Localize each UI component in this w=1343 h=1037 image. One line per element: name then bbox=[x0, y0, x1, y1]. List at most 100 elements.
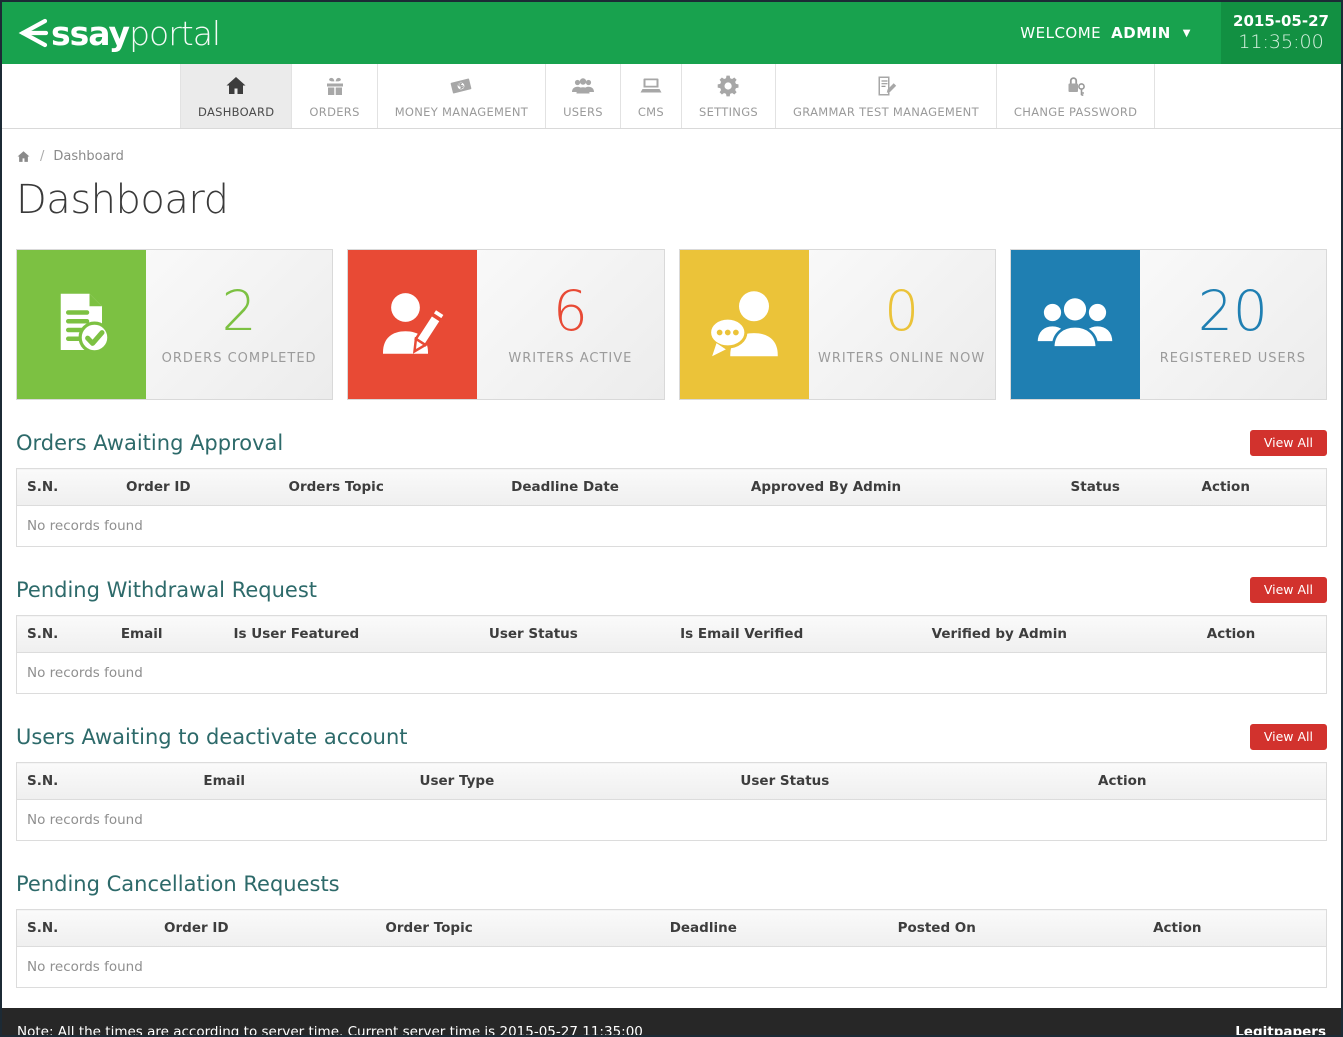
gift-icon bbox=[323, 74, 347, 98]
no-records-message: No records found bbox=[17, 947, 1327, 988]
footer-server-time: 11:35:00 bbox=[582, 1024, 643, 1037]
stat-card-writers-active: 6WRITERS ACTIVE bbox=[347, 249, 664, 400]
column-header-is-email-verified: Is Email Verified bbox=[670, 616, 922, 653]
stat-card-body: 0WRITERS ONLINE NOW bbox=[809, 250, 995, 399]
column-header-action: Action bbox=[1192, 469, 1327, 506]
grammar-doc-pencil-icon bbox=[874, 74, 898, 98]
column-header-status: Status bbox=[1061, 469, 1192, 506]
section-header: Pending Cancellation Requests bbox=[16, 870, 1327, 897]
stat-card-body: 6WRITERS ACTIVE bbox=[477, 250, 663, 399]
stat-label: REGISTERED USERS bbox=[1160, 351, 1306, 366]
stat-card-registered-users: 20 REGISTERED USERS bbox=[1010, 249, 1327, 400]
stat-value: 20 bbox=[1198, 284, 1268, 339]
document-check-icon bbox=[17, 250, 146, 399]
column-header-order-id: Order ID bbox=[154, 910, 375, 947]
chat-bubble-user-icon bbox=[680, 250, 809, 399]
nav-item-orders[interactable]: ORDERS bbox=[292, 64, 377, 128]
main-nav: DASHBOARD ORDERS MONEY MANAGEMENT USERS CMS S… bbox=[2, 64, 1341, 129]
column-header-deadline-date: Deadline Date bbox=[501, 469, 741, 506]
section-users-awaiting-deactivate-account: Users Awaiting to deactivate account View… bbox=[16, 723, 1327, 841]
section-title: Orders Awaiting Approval bbox=[16, 431, 283, 455]
column-header-is-user-featured: Is User Featured bbox=[223, 616, 478, 653]
nav-item-users[interactable]: USERS bbox=[546, 64, 621, 128]
nav-item-label: CMS bbox=[638, 105, 664, 119]
nav-item-settings[interactable]: SETTINGS bbox=[682, 64, 776, 128]
column-header-order-topic: Order Topic bbox=[375, 910, 659, 947]
server-time: 11:35:00 bbox=[1238, 31, 1323, 55]
nav-item-dashboard[interactable]: DASHBOARD bbox=[180, 64, 292, 128]
users-awaiting-deactivate-account-table: S.N.EmailUser TypeUser StatusActionNo re… bbox=[16, 762, 1327, 841]
cms-laptop-icon bbox=[639, 74, 663, 98]
nav-item-change-password[interactable]: CHANGE PASSWORD bbox=[997, 64, 1155, 128]
column-header-action: Action bbox=[1088, 763, 1326, 800]
section-orders-awaiting-approval: Orders Awaiting ApprovalView AllS.N.Orde… bbox=[16, 429, 1327, 547]
section-header: Pending Withdrawal Request View All bbox=[16, 576, 1327, 603]
logo[interactable]: ssayportal bbox=[2, 2, 990, 64]
stat-label: ORDERS COMPLETED bbox=[162, 351, 317, 366]
nav-item-label: MONEY MANAGEMENT bbox=[395, 105, 528, 119]
view-all-button-users-awaiting-deactivate-account[interactable]: View All bbox=[1250, 724, 1327, 750]
section-title: Users Awaiting to deactivate account bbox=[16, 725, 408, 749]
stat-cards: 2 ORDERS COMPLETED 6WRITERS ACTIVE 0WRITERS… bbox=[16, 249, 1327, 400]
nav-item-cms[interactable]: CMS bbox=[621, 64, 682, 128]
view-all-button-orders-awaiting-approval[interactable]: View All bbox=[1250, 430, 1327, 456]
nav-item-label: SETTINGS bbox=[699, 105, 758, 119]
nav-item-grammar-test-management[interactable]: GRAMMAR TEST MANAGEMENT bbox=[776, 64, 997, 128]
writer-pencil-icon bbox=[348, 250, 477, 399]
users-icon bbox=[571, 74, 595, 98]
empty-row: No records found bbox=[17, 653, 1327, 694]
column-header-deadline: Deadline bbox=[660, 910, 888, 947]
section-title: Pending Withdrawal Request bbox=[16, 578, 317, 602]
pending-withdrawal-request-table: S.N.EmailIs User FeaturedUser StatusIs E… bbox=[16, 615, 1327, 694]
column-header-user-status: User Status bbox=[479, 616, 670, 653]
column-header-s-n: S.N. bbox=[17, 763, 194, 800]
stat-value: 0 bbox=[884, 284, 919, 339]
empty-row: No records found bbox=[17, 947, 1327, 988]
users-group-icon bbox=[1011, 250, 1140, 399]
column-header-user-status: User Status bbox=[730, 763, 1088, 800]
table-sections: Orders Awaiting ApprovalView AllS.N.Orde… bbox=[16, 400, 1327, 988]
home-icon[interactable] bbox=[16, 149, 31, 164]
section-header: Users Awaiting to deactivate account View… bbox=[16, 723, 1327, 750]
money-icon bbox=[449, 74, 473, 98]
lock-key-icon bbox=[1064, 74, 1088, 98]
stat-value: 2 bbox=[222, 284, 257, 339]
section-title: Pending Cancellation Requests bbox=[16, 872, 340, 896]
column-header-email: Email bbox=[193, 763, 409, 800]
column-header-posted-on: Posted On bbox=[888, 910, 1143, 947]
breadcrumb-current[interactable]: Dashboard bbox=[53, 149, 124, 164]
page-title: Dashboard bbox=[16, 177, 1327, 223]
column-header-user-type: User Type bbox=[409, 763, 730, 800]
essayportal-logo-icon bbox=[16, 13, 50, 53]
column-header-s-n: S.N. bbox=[17, 469, 117, 506]
view-all-button-pending-withdrawal-request[interactable]: View All bbox=[1250, 577, 1327, 603]
logo-text: ssayportal bbox=[51, 17, 220, 50]
no-records-message: No records found bbox=[17, 653, 1327, 694]
empty-row: No records found bbox=[17, 506, 1327, 547]
welcome-admin-menu[interactable]: WELCOME ADMIN ▼ bbox=[990, 2, 1221, 64]
nav-item-label: ORDERS bbox=[309, 105, 359, 119]
nav-item-label: CHANGE PASSWORD bbox=[1014, 105, 1137, 119]
gear-icon bbox=[717, 74, 741, 98]
stat-card-body: 2 ORDERS COMPLETED bbox=[146, 250, 332, 399]
orders-awaiting-approval-table: S.N.Order IDOrders TopicDeadline DateApp… bbox=[16, 468, 1327, 547]
stat-card-orders-completed: 2 ORDERS COMPLETED bbox=[16, 249, 333, 400]
server-clock: 2015-05-27 11:35:00 bbox=[1221, 2, 1341, 64]
breadcrumb-separator: / bbox=[40, 149, 44, 164]
top-header: ssayportal WELCOME ADMIN ▼ 2015-05-27 11… bbox=[2, 2, 1341, 64]
nav-item-money-management[interactable]: MONEY MANAGEMENT bbox=[378, 64, 546, 128]
nav-item-label: USERS bbox=[563, 105, 603, 119]
column-header-s-n: S.N. bbox=[17, 616, 111, 653]
nav-item-label: DASHBOARD bbox=[198, 105, 274, 119]
column-header-orders-topic: Orders Topic bbox=[278, 469, 501, 506]
welcome-username: ADMIN bbox=[1111, 24, 1171, 42]
column-header-email: Email bbox=[111, 616, 224, 653]
column-header-verified-by-admin: Verified by Admin bbox=[922, 616, 1197, 653]
empty-row: No records found bbox=[17, 800, 1327, 841]
breadcrumb: / Dashboard bbox=[16, 149, 1327, 164]
column-header-order-id: Order ID bbox=[116, 469, 278, 506]
column-header-action: Action bbox=[1143, 910, 1326, 947]
pending-cancellation-requests-table: S.N.Order IDOrder TopicDeadlinePosted On… bbox=[16, 909, 1327, 988]
server-date: 2015-05-27 bbox=[1233, 12, 1329, 31]
section-pending-cancellation-requests: Pending Cancellation Requests S.N.Order I… bbox=[16, 870, 1327, 988]
